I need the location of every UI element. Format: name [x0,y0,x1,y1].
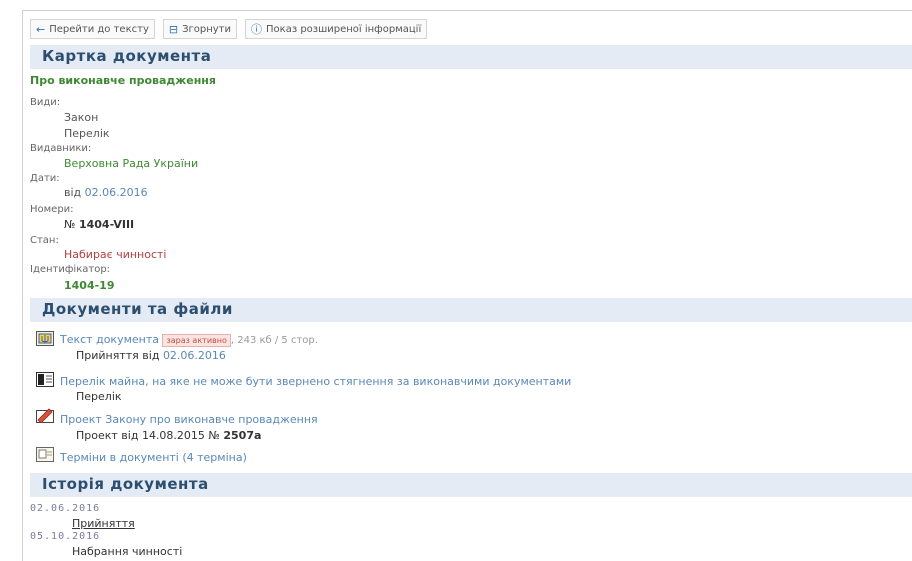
dates-label: Дати: [30,173,60,184]
draft-law-link[interactable]: Проект Закону про виконавче провадження [60,413,318,426]
file-meta: , 243 кб / 5 стор. [230,335,318,346]
document-card-heading: Картка документа [42,47,212,65]
number-prefix: № [64,218,76,231]
history-date: 05.10.2016 [30,531,101,542]
toolbar: ← Перейти до тексту ⊟ Згорнути ⓘ Показ р… [30,19,428,39]
content-frame-left [22,10,23,561]
active-badge: зараз активно [162,333,231,347]
document-book-icon [36,372,54,387]
back-to-text-button[interactable]: ← Перейти до тексту [30,19,155,39]
document-text-link[interactable]: Текст документа [60,333,159,346]
types-label: Види: [30,97,61,108]
file-subline: Прийняття від 02.06.2016 [76,349,226,362]
content-frame-top [22,10,912,11]
file-subline: Проект від 14.08.2015 № 2507а [76,429,261,442]
draft-number: 2507а [223,429,262,442]
history-event: Набрання чинності [72,545,183,558]
arrow-left-icon: ← [36,22,46,36]
collapse-label: Згорнути [182,23,232,35]
document-card-header: Картка документа [30,45,912,69]
file-item-text: Текст документа зараз активно, 243 кб / … [60,333,318,347]
file-subline: Перелік [76,390,122,403]
ukraine-emblem-document-icon [36,331,54,346]
collapse-button[interactable]: ⊟ Згорнути [162,19,238,39]
info-icon: ⓘ [251,23,263,36]
terms-document-icon [36,447,54,462]
documents-files-heading: Документи та файли [42,300,233,318]
terms-link[interactable]: Терміни в документі (4 терміна) [60,451,247,464]
documents-files-header: Документи та файли [30,298,912,322]
history-date: 02.06.2016 [30,503,101,514]
date-prefix: від [64,186,82,199]
history-header: Історія документа [30,473,912,497]
draft-pencil-icon [36,408,54,423]
history-event-link[interactable]: Прийняття [72,517,135,530]
adoption-prefix: Прийняття від [76,349,160,362]
extended-info-button[interactable]: ⓘ Показ розширеної інформації [245,19,428,39]
status-value: Набирає чинності [64,248,167,261]
identifier-value: 1404-19 [64,279,115,292]
property-list-link[interactable]: Перелік майна, на яке не може бути зверн… [60,375,571,388]
publisher-link[interactable]: Верховна Рада України [64,157,198,170]
collapse-icon: ⊟ [168,22,179,36]
identifier-label: Ідентифікатор: [30,264,111,275]
date-link[interactable]: 02.06.2016 [85,186,148,199]
document-title: Про виконавче провадження [30,74,216,87]
status-label: Стан: [30,235,59,246]
type-item: Закон [64,111,99,124]
publishers-label: Видавники: [30,143,92,154]
back-to-text-label: Перейти до тексту [49,23,149,35]
type-item: Перелік [64,127,110,140]
number-text: 1404-VIII [78,218,135,231]
draft-prefix: Проект від 14.08.2015 № [76,429,220,442]
adoption-date-link[interactable]: 02.06.2016 [163,349,226,362]
history-heading: Історія документа [42,475,209,493]
extended-info-label: Показ розширеної інформації [266,23,422,35]
date-value: від 02.06.2016 [64,186,148,199]
numbers-label: Номери: [30,204,74,215]
number-value: № 1404-VIII [64,218,134,231]
